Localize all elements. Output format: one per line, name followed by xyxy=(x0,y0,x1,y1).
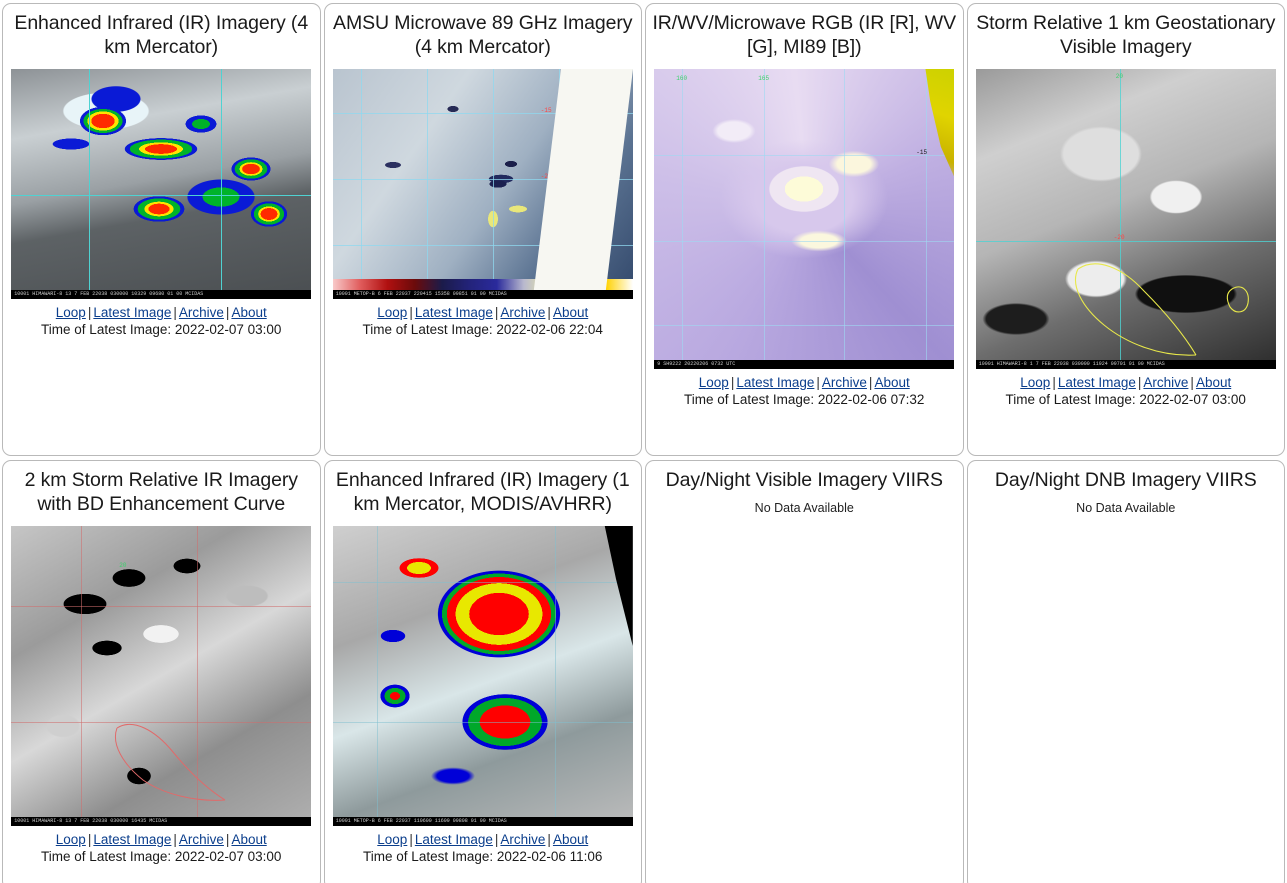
latest-image-link[interactable]: Latest Image xyxy=(736,375,814,390)
latest-image-link[interactable]: Latest Image xyxy=(93,305,171,320)
image-caption-strip: 10001 METOP-B 6 FEB 22037 220415 15358 0… xyxy=(332,289,633,299)
panel-amsu-microwave-89ghz: AMSU Microwave 89 GHz Imagery (4 km Merc… xyxy=(323,3,642,456)
panel-daynight-dnb-viirs: Day/Night DNB Imagery VIIRS No Data Avai… xyxy=(966,460,1285,883)
imagery-panel-grid: Enhanced Infrared (IR) Imagery (4 km Mer… xyxy=(0,0,1287,883)
loop-link[interactable]: Loop xyxy=(699,375,729,390)
link-separator: | xyxy=(547,831,551,847)
latest-image-time: Time of Latest Image: 2022-02-07 03:00 xyxy=(1005,391,1246,407)
panel-title: Day/Night Visible Imagery VIIRS xyxy=(665,469,943,491)
latest-image-time: Time of Latest Image: 2022-02-06 07:32 xyxy=(684,391,925,407)
panel-storm-relative-ir-bd: 2 km Storm Relative IR Imagery with BD E… xyxy=(2,460,321,883)
link-separator: | xyxy=(409,831,413,847)
coastline-overlay xyxy=(1074,263,1249,356)
panel-title: 2 km Storm Relative IR Imagery with BD E… xyxy=(24,469,298,515)
grid-label-lat: -15 xyxy=(916,148,928,156)
panel-links: Loop | Latest Image | Archive | About xyxy=(377,305,588,320)
latest-image-link[interactable]: Latest Image xyxy=(415,832,493,847)
panel-links: Loop | Latest Image | Archive | About xyxy=(377,832,588,847)
archive-link[interactable]: Archive xyxy=(500,305,545,320)
panel-title: AMSU Microwave 89 GHz Imagery (4 km Merc… xyxy=(333,12,633,58)
link-separator: | xyxy=(1190,374,1194,390)
satellite-image-enhanced-ir-4km[interactable]: 10001 HIMAWARI-8 13 7 FEB 22038 030000 1… xyxy=(11,68,312,299)
latest-image-time: Time of Latest Image: 2022-02-06 22:04 xyxy=(362,321,603,337)
panel-storm-relative-visible: Storm Relative 1 km Geostationary Visibl… xyxy=(966,3,1285,456)
panel-title: Enhanced Infrared (IR) Imagery (4 km Mer… xyxy=(14,12,309,58)
link-separator: | xyxy=(173,831,177,847)
link-separator: | xyxy=(173,304,177,320)
link-separator: | xyxy=(816,374,820,390)
link-separator: | xyxy=(1052,374,1056,390)
map-gridlines-overlay: 160 165 -15 xyxy=(654,68,955,369)
satellite-image-enhanced-ir-1km[interactable]: 10001 METOP-B 6 FEB 22037 110600 11609 0… xyxy=(332,525,633,826)
about-link[interactable]: About xyxy=(553,832,588,847)
loop-link[interactable]: Loop xyxy=(1020,375,1050,390)
archive-link[interactable]: Archive xyxy=(179,305,224,320)
about-link[interactable]: About xyxy=(231,305,266,320)
link-separator: | xyxy=(409,304,413,320)
map-gridlines-overlay: 20 xyxy=(11,525,312,826)
panel-links: Loop | Latest Image | Archive | About xyxy=(56,832,267,847)
satellite-image-storm-relative-visible[interactable]: 20 -20 10001 HIMAWARI-8 1 7 FEB 22038 03… xyxy=(975,68,1276,369)
satellite-image-canvas: 20 10001 HIMAWARI-8 13 7 FEB 22038 03000… xyxy=(11,525,312,826)
satellite-image-canvas: 20 -20 10001 HIMAWARI-8 1 7 FEB 22038 03… xyxy=(975,68,1276,369)
loop-link[interactable]: Loop xyxy=(377,832,407,847)
map-gridlines-overlay: -15 -20 -25 xyxy=(332,68,633,299)
panel-title: Storm Relative 1 km Geostationary Visibl… xyxy=(976,12,1276,58)
map-gridlines-overlay xyxy=(11,68,312,299)
image-caption-strip: 9 SH9222 20220206 0732 UTC xyxy=(654,359,955,369)
latest-image-link[interactable]: Latest Image xyxy=(1058,375,1136,390)
no-data-message: No Data Available xyxy=(754,500,854,515)
satellite-image-canvas: 10001 HIMAWARI-8 13 7 FEB 22038 030000 1… xyxy=(11,68,312,299)
panel-daynight-visible-viirs: Day/Night Visible Imagery VIIRS No Data … xyxy=(645,460,964,883)
map-gridlines-overlay: 20 -20 xyxy=(975,68,1276,369)
panel-enhanced-ir-4km: Enhanced Infrared (IR) Imagery (4 km Mer… xyxy=(2,3,321,456)
about-link[interactable]: About xyxy=(231,832,266,847)
panel-enhanced-ir-1km-modis: Enhanced Infrared (IR) Imagery (1 km Mer… xyxy=(323,460,642,883)
grid-label-lat: -15 xyxy=(540,106,552,114)
about-link[interactable]: About xyxy=(874,375,909,390)
grid-label-lat: -20 xyxy=(540,172,552,180)
coastline-overlay xyxy=(115,723,226,801)
loop-link[interactable]: Loop xyxy=(377,305,407,320)
satellite-image-rgb[interactable]: 160 165 -15 9 SH9222 20220206 0732 UTC xyxy=(654,68,955,369)
about-link[interactable]: About xyxy=(553,305,588,320)
archive-link[interactable]: Archive xyxy=(500,832,545,847)
latest-image-time: Time of Latest Image: 2022-02-06 11:06 xyxy=(363,848,603,864)
grid-label-lon: 160 xyxy=(676,74,688,82)
satellite-image-amsu-89ghz[interactable]: -15 -20 -25 10001 METOP-B 6 FEB 22037 22… xyxy=(332,68,633,299)
latest-image-time: Time of Latest Image: 2022-02-07 03:00 xyxy=(41,848,282,864)
archive-link[interactable]: Archive xyxy=(822,375,867,390)
panel-links: Loop | Latest Image | Archive | About xyxy=(699,375,910,390)
grid-label-lat: -25 xyxy=(540,238,552,246)
loop-link[interactable]: Loop xyxy=(56,832,86,847)
panel-title: Enhanced Infrared (IR) Imagery (1 km Mer… xyxy=(335,469,630,515)
archive-link[interactable]: Archive xyxy=(1143,375,1188,390)
about-link[interactable]: About xyxy=(1196,375,1231,390)
panel-title: IR/WV/Microwave RGB (IR [R], WV [G], MI8… xyxy=(652,12,956,58)
loop-link[interactable]: Loop xyxy=(56,305,86,320)
panel-title: Day/Night DNB Imagery VIIRS xyxy=(994,469,1257,491)
satellite-image-canvas: 160 165 -15 9 SH9222 20220206 0732 UTC xyxy=(654,68,955,369)
no-data-message: No Data Available xyxy=(1076,500,1176,515)
image-caption-strip: 10001 HIMAWARI-8 1 7 FEB 22038 030000 11… xyxy=(975,359,1276,369)
latest-image-time: Time of Latest Image: 2022-02-07 03:00 xyxy=(41,321,282,337)
panel-links: Loop | Latest Image | Archive | About xyxy=(1020,375,1231,390)
map-gridlines-overlay xyxy=(332,525,633,826)
panel-ir-wv-microwave-rgb: IR/WV/Microwave RGB (IR [R], WV [G], MI8… xyxy=(645,3,964,456)
satellite-image-storm-relative-ir[interactable]: 20 10001 HIMAWARI-8 13 7 FEB 22038 03000… xyxy=(11,525,312,826)
grid-label-lat: -20 xyxy=(1113,233,1125,241)
latest-image-link[interactable]: Latest Image xyxy=(93,832,171,847)
latest-image-link[interactable]: Latest Image xyxy=(415,305,493,320)
image-caption-strip: 10001 HIMAWARI-8 13 7 FEB 22038 030000 1… xyxy=(11,289,312,299)
image-caption-strip: 10001 METOP-B 6 FEB 22037 110600 11609 0… xyxy=(332,816,633,826)
satellite-image-canvas: 10001 METOP-B 6 FEB 22037 110600 11609 0… xyxy=(332,525,633,826)
image-caption-strip: 10001 HIMAWARI-8 13 7 FEB 22038 030000 1… xyxy=(11,816,312,826)
panel-links: Loop | Latest Image | Archive | About xyxy=(56,305,267,320)
microwave-color-bar xyxy=(332,278,633,290)
archive-link[interactable]: Archive xyxy=(179,832,224,847)
satellite-image-canvas: -15 -20 -25 10001 METOP-B 6 FEB 22037 22… xyxy=(332,68,633,299)
link-separator: | xyxy=(547,304,551,320)
grid-label-lon: 165 xyxy=(758,74,770,82)
